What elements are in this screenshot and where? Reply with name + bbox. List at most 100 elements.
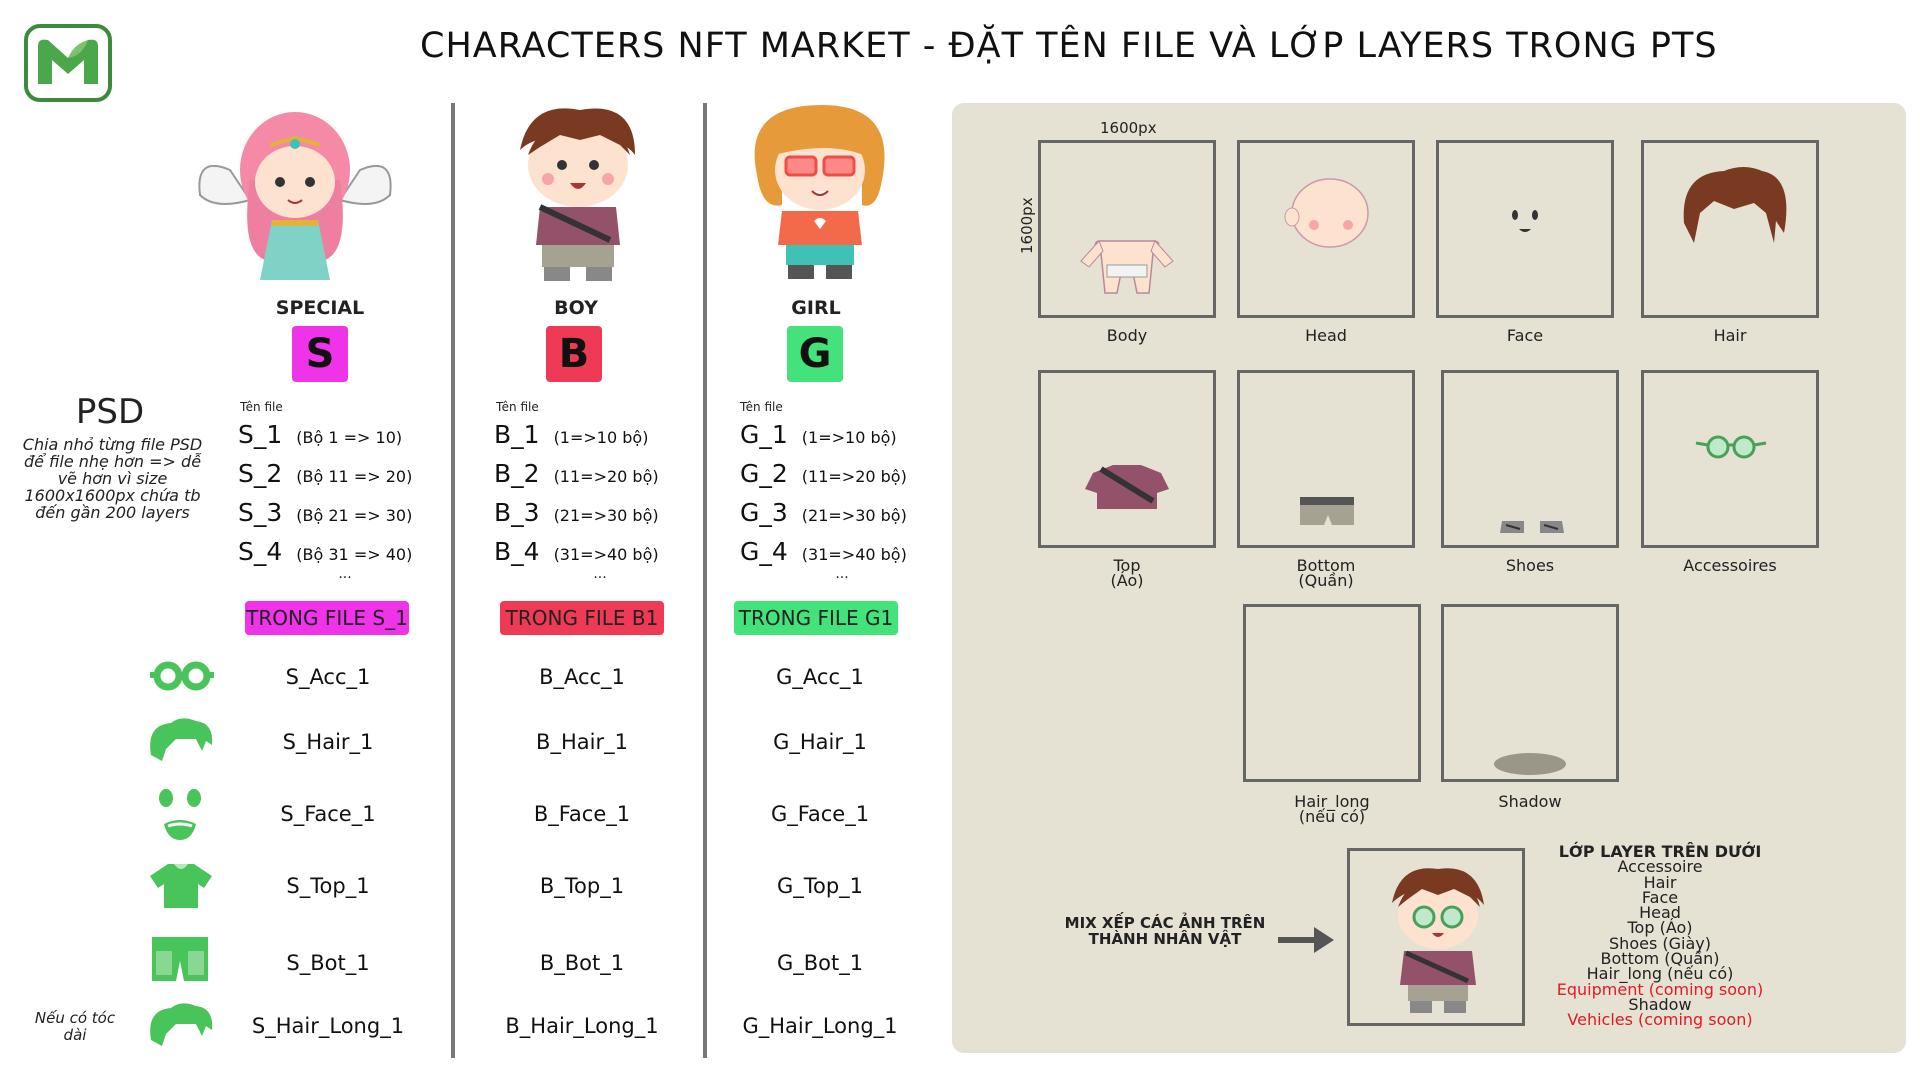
psd-description: Chia nhỏ từng file PSD để file nhẹ hơn =…	[22, 435, 203, 522]
girl-layer-face: G_Face_1	[770, 802, 870, 826]
file-range: (11=>20 bộ)	[553, 467, 659, 486]
girl-filename-label: Tên file	[740, 400, 783, 414]
special-character-illustration	[190, 100, 400, 290]
part-box-accessoires	[1641, 370, 1819, 548]
file-range: (21=>30 bộ)	[553, 506, 659, 525]
boy-file-row: B_3 (21=>30 bộ)	[494, 498, 659, 527]
file-code: G_2	[740, 459, 788, 488]
part-box-body	[1038, 140, 1216, 318]
long-hair-icon	[146, 1000, 216, 1052]
file-range: (21=>30 bộ)	[801, 506, 907, 525]
boy-layer-acc: B_Acc_1	[539, 665, 625, 689]
boy-badge: B	[546, 326, 602, 382]
part-label-top: Top (Áo)	[1027, 558, 1227, 590]
part-box-bottom	[1237, 370, 1415, 548]
girl-file-row: G_2 (11=>20 bộ)	[740, 459, 907, 488]
girl-file-row: G_3 (21=>30 bộ)	[740, 498, 907, 527]
file-code: S_3	[238, 498, 283, 527]
file-code: B_1	[494, 420, 540, 449]
part-label-top-sub: (Áo)	[1110, 571, 1144, 590]
boy-filename-label: Tên file	[496, 400, 539, 414]
part-label-shadow: Shadow	[1498, 792, 1562, 811]
file-code: B_3	[494, 498, 540, 527]
boy-character-illustration	[470, 95, 680, 285]
file-range: (11=>20 bộ)	[801, 467, 907, 486]
boy-ellipsis: ...	[593, 566, 607, 582]
layer-order-item-coming-soon: Vehicles (coming soon)	[1567, 1010, 1753, 1030]
boy-label: BOY	[554, 297, 598, 319]
girl-layer-bot: G_Bot_1	[776, 951, 864, 975]
face-icon	[156, 786, 204, 846]
shirt-icon	[150, 862, 212, 914]
brand-logo	[24, 24, 112, 102]
special-tag: TRONG FILE S_1	[245, 601, 409, 635]
special-layer-face: S_Face_1	[280, 802, 376, 826]
file-code: G_4	[740, 537, 788, 566]
height-dimension-label: 1600px	[1018, 197, 1036, 254]
special-label: SPECIAL	[275, 297, 365, 319]
boy-layer-hair-long: B_Hair_Long_1	[505, 1014, 659, 1038]
part-label-hair-long: Hair_long (nếu có)	[1232, 794, 1432, 826]
glasses-icon	[150, 660, 214, 696]
part-box-hair-long	[1243, 604, 1421, 782]
girl-layer-top: G_Top_1	[776, 874, 864, 898]
special-layer-hair: S_Hair_1	[282, 730, 374, 754]
boy-file-row: B_4 (31=>40 bộ)	[494, 537, 659, 566]
file-code: B_2	[494, 459, 540, 488]
special-layer-hair-long: S_Hair_Long_1	[251, 1014, 405, 1038]
file-range: (Bộ 11 => 20)	[296, 467, 413, 486]
special-file-row: S_1 (Bộ 1 => 10)	[238, 420, 402, 449]
file-range: (31=>40 bộ)	[801, 545, 907, 564]
girl-badge: G	[787, 326, 843, 382]
file-code: S_1	[238, 420, 283, 449]
file-code: S_2	[238, 459, 283, 488]
girl-layer-acc: G_Acc_1	[776, 665, 864, 689]
file-range: (Bộ 31 => 40)	[296, 545, 413, 564]
composited-character-box	[1347, 848, 1525, 1026]
part-box-shoes	[1441, 370, 1619, 548]
boy-file-row: B_1 (1=>10 bộ)	[494, 420, 648, 449]
part-box-shadow	[1441, 604, 1619, 782]
part-box-top	[1038, 370, 1216, 548]
hair-long-note: Nếu có tóc dài	[34, 1009, 116, 1044]
file-code: G_3	[740, 498, 788, 527]
part-label-hair-long-sub: (nếu có)	[1298, 807, 1366, 826]
boy-layer-bot: B_Bot_1	[539, 951, 625, 975]
column-divider-2	[703, 103, 707, 1058]
file-range: (1=>10 bộ)	[801, 428, 897, 447]
part-box-head	[1237, 140, 1415, 318]
part-label-accessoires: Accessoires	[1683, 556, 1777, 575]
file-code: S_4	[238, 537, 283, 566]
special-filename-label: Tên file	[240, 400, 283, 414]
special-badge: S	[292, 326, 348, 382]
boy-layer-top: B_Top_1	[539, 874, 625, 898]
layer-order-list: LỚP LAYER TRÊN DƯỚI Accessoire Hair Face…	[1540, 843, 1780, 1030]
part-label-bottom-sub: (Quần)	[1298, 571, 1354, 590]
girl-layer-hair-long: G_Hair_Long_1	[742, 1014, 898, 1038]
hair-icon	[146, 715, 216, 767]
column-divider-1	[451, 103, 455, 1058]
file-range: (31=>40 bộ)	[553, 545, 659, 564]
girl-ellipsis: ...	[835, 566, 849, 582]
girl-layer-hair: G_Hair_1	[773, 730, 867, 754]
boy-layer-face: B_Face_1	[533, 802, 631, 826]
arrow-right-icon	[1278, 925, 1334, 959]
special-file-row: S_2 (Bộ 11 => 20)	[238, 459, 412, 488]
boy-tag: TRONG FILE B1	[500, 601, 664, 635]
file-range: (1=>10 bộ)	[553, 428, 649, 447]
special-file-row: S_4 (Bộ 31 => 40)	[238, 537, 412, 566]
psd-title: PSD	[75, 392, 145, 432]
part-box-hair	[1641, 140, 1819, 318]
special-layer-acc: S_Acc_1	[285, 665, 371, 689]
part-label-bottom: Bottom (Quần)	[1226, 558, 1426, 590]
girl-file-row: G_1 (1=>10 bộ)	[740, 420, 897, 449]
special-layer-top: S_Top_1	[286, 874, 370, 898]
width-dimension-label: 1600px	[1100, 119, 1157, 137]
file-code: B_4	[494, 537, 540, 566]
girl-label: GIRL	[791, 297, 841, 319]
part-label-body: Body	[1106, 326, 1148, 345]
girl-tag: TRONG FILE G1	[734, 601, 898, 635]
file-range: (Bộ 1 => 10)	[296, 428, 403, 447]
special-file-row: S_3 (Bộ 21 => 30)	[238, 498, 412, 527]
part-label-hair: Hair	[1713, 326, 1747, 345]
